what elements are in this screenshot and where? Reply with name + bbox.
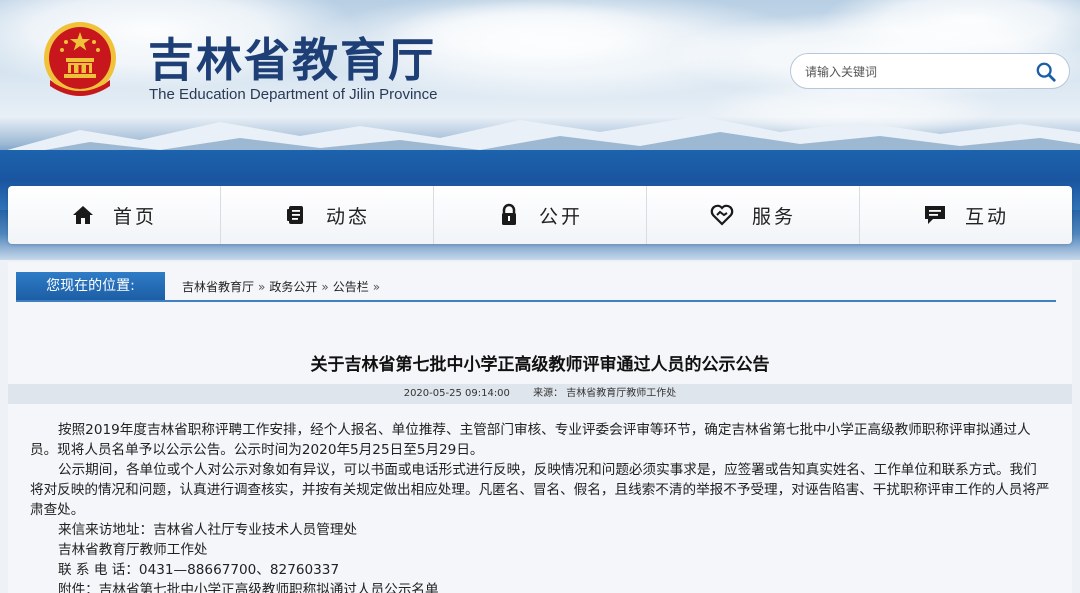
article-paragraph: 按照2019年度吉林省职称评聘工作安排，经个人报名、单位推荐、主管部门审核、专业… [30, 422, 1031, 458]
contact-office: 吉林省教育厅教师工作处 [58, 542, 208, 558]
nav-item-public[interactable]: 公开 [434, 186, 647, 244]
home-icon [72, 206, 93, 224]
main-nav: 首页 动态 公开 服务 互动 [8, 186, 1072, 244]
search-icon[interactable] [1035, 61, 1057, 83]
attachment-link[interactable]: 附件：吉林省第七批中小学正高级教师职称拟通过人员公示名单 [30, 580, 1050, 593]
nav-label: 首页 [112, 205, 157, 228]
nav-label: 服务 [751, 205, 796, 228]
news-icon [286, 206, 303, 224]
search-box [790, 53, 1070, 89]
article-source: 来源： 吉林省教育厅教师工作处 [533, 388, 677, 399]
nav-item-home[interactable]: 首页 [8, 186, 221, 244]
article-meta: 2020-05-25 09:14:00 来源： 吉林省教育厅教师工作处 [8, 384, 1072, 404]
article-paragraph: 公示期间，各单位或个人对公示对象如有异议，可以书面或电话形式进行反映，反映情况和… [30, 462, 1050, 518]
nav-label: 动态 [325, 205, 370, 228]
article-date: 2020-05-25 09:14:00 [403, 388, 510, 399]
article-title: 关于吉林省第七批中小学正高级教师评审通过人员的公示公告 [310, 355, 770, 375]
breadcrumb-link-notice[interactable]: 公告栏 [333, 280, 369, 294]
site-title: 吉林省教育厅 [148, 33, 436, 87]
national-emblem-icon [44, 22, 116, 96]
breadcrumb-tag: 您现在的位置: [16, 272, 165, 300]
contact-address: 来信来访地址：吉林省人社厅专业技术人员管理处 [58, 522, 358, 538]
breadcrumb-separator: » [258, 280, 266, 294]
breadcrumb-link-home[interactable]: 吉林省教育厅 [182, 280, 254, 294]
breadcrumb-link-public[interactable]: 政务公开 [269, 280, 317, 294]
content-panel: 您现在的位置: 吉林省教育厅» 政务公开» 公告栏» 关于吉林省第七批中小学正高级教… [8, 262, 1072, 593]
article-body: 按照2019年度吉林省职称评聘工作安排，经个人报名、单位推荐、主管部门审核、专业… [30, 420, 1050, 593]
contact-phone: 联 系 电 话：0431—88667700、82760337 [58, 562, 340, 578]
breadcrumb-separator: » [372, 280, 381, 294]
nav-item-news[interactable]: 动态 [221, 186, 434, 244]
lock-icon [501, 203, 516, 225]
search-input[interactable] [805, 62, 1025, 82]
nav-item-interact[interactable]: 互动 [860, 186, 1072, 244]
chat-icon [924, 206, 945, 224]
breadcrumb-links: 吉林省教育厅» 政务公开» 公告栏» [182, 278, 384, 295]
nav-label: 互动 [964, 205, 1009, 228]
handshake-icon [710, 204, 734, 226]
nav-label: 公开 [538, 205, 583, 228]
breadcrumb-separator: » [321, 280, 329, 294]
site-subtitle: The Education Department of Jilin Provin… [149, 86, 438, 103]
nav-item-service[interactable]: 服务 [647, 186, 860, 244]
breadcrumb: 您现在的位置: 吉林省教育厅» 政务公开» 公告栏» [16, 272, 1056, 302]
